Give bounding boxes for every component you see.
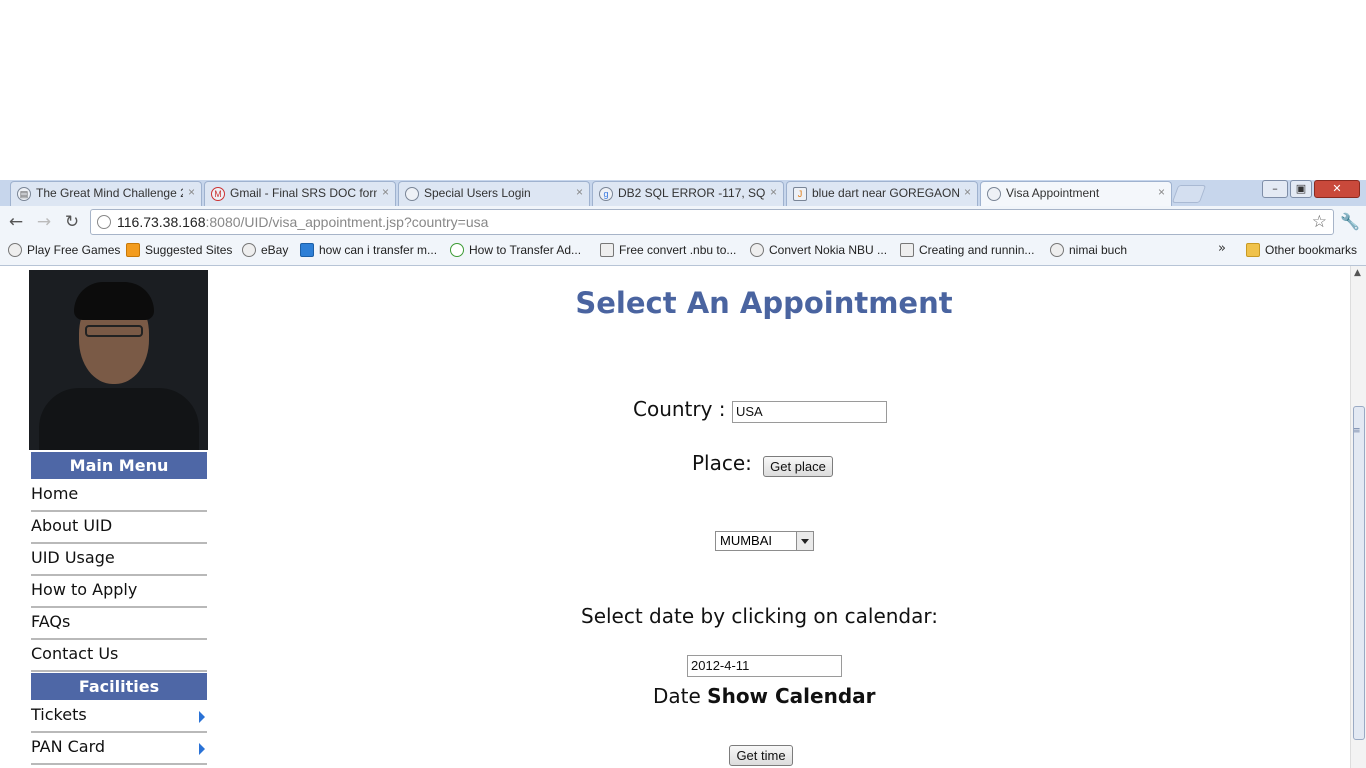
close-icon[interactable]: × [188,185,195,199]
date-row: Date Show Calendar [653,684,876,708]
page-icon [600,243,614,257]
suggested-icon [126,243,140,257]
close-icon[interactable]: × [770,185,777,199]
url-text: 116.73.38.168:8080/UID/visa_appointment.… [117,214,489,230]
facilities-header: Facilities [31,673,207,700]
tab-visa-appointment[interactable]: Visa Appointment × [980,181,1172,207]
tab-title: Gmail - Final SRS DOC form [230,186,377,200]
scrollbar-grip-icon: ≡ [1353,426,1361,436]
back-icon[interactable]: ← [6,212,26,232]
wrench-icon[interactable]: 🔧 [1340,212,1360,231]
tab-special-users[interactable]: Special Users Login × [398,181,590,206]
page-title: Select An Appointment [575,286,953,320]
bookmark-play-free-games[interactable]: Play Free Games [8,243,120,257]
submenu-arrow-icon [199,711,205,723]
address-bar[interactable]: 116.73.38.168:8080/UID/visa_appointment.… [90,209,1334,235]
tab-title: DB2 SQL ERROR -117, SQLS [618,186,765,200]
close-icon[interactable]: × [964,185,971,199]
bookmark-nimai-buch[interactable]: nimai buch [1050,243,1127,257]
scroll-up-icon[interactable]: ▲ [1354,268,1361,278]
folder-icon [1246,243,1260,257]
bookmarks-overflow-icon[interactable]: » [1218,241,1226,256]
country-field[interactable]: USA [732,401,887,423]
globe-icon [1050,243,1064,257]
globe-icon [242,243,256,257]
get-time-button[interactable]: Get time [729,745,793,766]
show-calendar-link[interactable]: Show Calendar [707,684,875,708]
close-window-button[interactable]: ✕ [1314,180,1360,198]
other-bookmarks[interactable]: Other bookmarks [1246,243,1357,257]
reload-icon[interactable]: ↻ [62,212,82,232]
jd-icon: J [793,187,807,201]
new-tab-button[interactable] [1171,185,1207,203]
bookmark-ebay[interactable]: eBay [242,243,288,257]
page-icon [900,243,914,257]
menu-item-about-uid[interactable]: About UID [31,512,207,544]
toolbar: ← → ↻ 116.73.38.168:8080/UID/visa_appoin… [0,206,1366,238]
menu-item-contact-us[interactable]: Contact Us [31,640,207,672]
tab-title: Special Users Login [424,186,531,200]
bookmark-suggested-sites[interactable]: Suggested Sites [126,243,232,257]
menu-item-tickets[interactable]: Tickets [31,701,207,733]
globe-icon [8,243,22,257]
menu-item-faqs[interactable]: FAQs [31,608,207,640]
restore-button[interactable]: ▣ [1290,180,1312,198]
menu-item-label: PAN Card [31,737,106,756]
blank-area [0,0,1366,180]
tab-title: The Great Mind Challenge 2 [36,186,183,200]
close-icon[interactable]: × [1158,185,1165,199]
menu-item-uid-usage[interactable]: UID Usage [31,544,207,576]
tab-strip: ▤ The Great Mind Challenge 2 × M Gmail -… [0,180,1366,207]
bookmark-free-convert[interactable]: Free convert .nbu to... [600,243,736,257]
scrollbar-thumb[interactable] [1353,406,1365,740]
globe-icon [987,187,1001,201]
tab-title: Visa Appointment [1006,186,1100,200]
place-select[interactable]: MUMBAI [715,531,814,551]
bookmarks-bar: Play Free Games Suggested Sites eBay how… [0,238,1366,266]
menu-item-label: Tickets [31,705,87,724]
chevron-down-icon[interactable] [796,532,813,550]
place-label: Place: [692,451,752,475]
country-label: Country : [633,397,726,421]
bookmark-how-can-i-transfer[interactable]: how can i transfer m... [300,243,437,257]
get-place-button[interactable]: Get place [763,456,833,477]
tab-great-mind[interactable]: ▤ The Great Mind Challenge 2 × [10,181,202,206]
bookmark-how-to-transfer[interactable]: How to Transfer Ad... [450,243,581,257]
menu-item-pan-card[interactable]: PAN Card [31,733,207,765]
gmail-icon: M [211,187,225,201]
close-icon[interactable]: × [576,185,583,199]
bookmark-star-icon[interactable]: ☆ [1312,212,1327,232]
main-menu-header: Main Menu [31,452,207,479]
globe-icon [405,187,419,201]
ie-icon [450,243,464,257]
tab-gmail[interactable]: M Gmail - Final SRS DOC form × [204,181,396,206]
tab-db2-error[interactable]: g DB2 SQL ERROR -117, SQLS × [592,181,784,206]
bookmark-convert-nokia[interactable]: Convert Nokia NBU ... [750,243,887,257]
date-label: Date [653,684,701,708]
menu-item-how-to-apply[interactable]: How to Apply [31,576,207,608]
date-prompt: Select date by clicking on calendar: [581,604,938,628]
place-select-value: MUMBAI [720,533,772,548]
wordpress-icon [750,243,764,257]
bookmark-creating-and-running[interactable]: Creating and runnin... [900,243,1034,257]
menu-item-home[interactable]: Home [31,480,207,512]
vertical-scrollbar[interactable]: ▲ ≡ [1350,266,1366,768]
page-icon: ▤ [17,187,31,201]
minimize-button[interactable]: – [1262,180,1288,198]
close-icon[interactable]: × [382,185,389,199]
browser-chrome: ▤ The Great Mind Challenge 2 × M Gmail -… [0,180,1366,266]
tab-blue-dart[interactable]: J blue dart near GOREGAON × [786,181,978,206]
date-field[interactable]: 2012-4-11 [687,655,842,677]
blue-icon [300,243,314,257]
profile-photo [29,270,208,450]
page-content: Main Menu Home About UID UID Usage How t… [0,266,1350,768]
tab-title: blue dart near GOREGAON [812,186,959,200]
submenu-arrow-icon [199,743,205,755]
forward-icon[interactable]: → [34,212,54,232]
google-icon: g [599,187,613,201]
page-info-icon[interactable] [97,215,111,229]
